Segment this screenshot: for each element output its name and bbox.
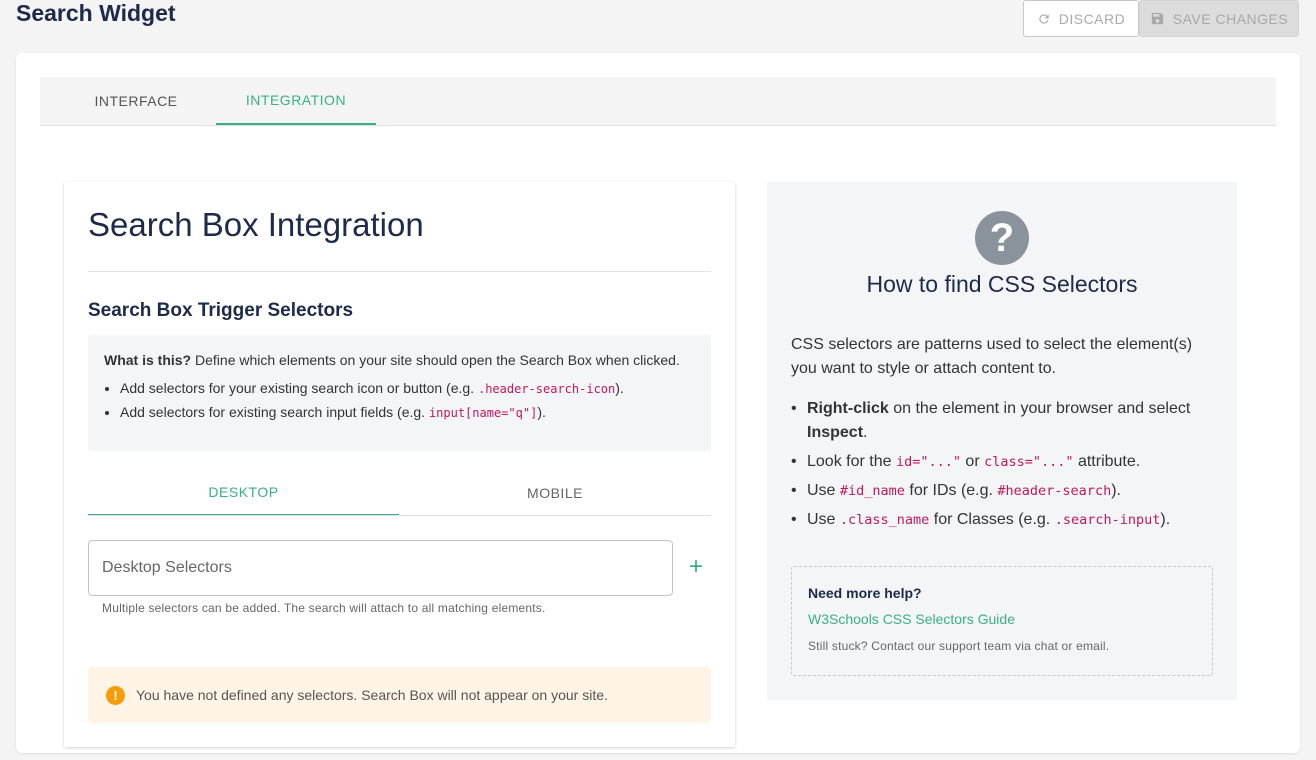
warning-icon: ! (106, 685, 125, 705)
divider (88, 271, 711, 272)
desktop-selectors-input[interactable] (88, 540, 673, 596)
code-snippet: .class_name (839, 512, 930, 528)
code-snippet: input[name="q"] (428, 406, 538, 420)
info-box: What is this? Define which elements on y… (88, 335, 711, 451)
more-help-box: Need more help? W3Schools CSS Selectors … (791, 566, 1213, 676)
save-changes-button[interactable]: SAVE CHANGES (1139, 0, 1299, 37)
page-title: Search Widget (16, 0, 176, 26)
tab-bar: INTERFACE INTEGRATION (40, 77, 1276, 126)
info-what-label: What is this? (104, 352, 192, 368)
tab-mobile[interactable]: MOBILE (399, 470, 711, 516)
help-step: Look for the id="..." or class="..." att… (791, 450, 1211, 474)
integration-panel (64, 182, 735, 747)
help-intro: CSS selectors are patterns used to selec… (791, 336, 1193, 377)
tab-integration[interactable]: INTEGRATION (216, 77, 376, 125)
code-snippet: #id_name (839, 483, 905, 499)
selector-hint: Multiple selectors can be added. The sea… (102, 601, 546, 615)
device-tabs-divider (88, 515, 711, 516)
tab-desktop[interactable]: DESKTOP (88, 470, 399, 516)
code-snippet: .header-search-icon (477, 382, 616, 396)
refresh-icon (1037, 12, 1051, 26)
sub-heading: Search Box Trigger Selectors (88, 300, 354, 321)
discard-button[interactable]: DISCARD (1023, 0, 1139, 37)
save-label: SAVE CHANGES (1172, 10, 1289, 27)
info-what-text: Define which elements on your site shoul… (191, 352, 680, 368)
section-heading: Search Box Integration (88, 206, 424, 243)
info-description: What is this? Define which elements on y… (104, 352, 695, 368)
help-icon: ? (975, 211, 1029, 265)
help-step: Right-click on the element in your brows… (791, 397, 1211, 445)
help-step: Use .class_name for Classes (e.g. .searc… (791, 508, 1211, 532)
tab-interface[interactable]: INTERFACE (64, 77, 208, 125)
support-text: Still stuck? Contact our support team vi… (808, 639, 1110, 653)
info-list-item: Add selectors for your existing search i… (120, 380, 695, 396)
info-list-item: Add selectors for existing search input … (120, 404, 695, 420)
plus-icon: + (688, 553, 703, 580)
code-snippet: #header-search (997, 483, 1112, 499)
code-snippet: class="..." (984, 454, 1074, 470)
warning-text: You have not defined any selectors. Sear… (136, 687, 608, 703)
w3schools-guide-link[interactable]: W3Schools CSS Selectors Guide (808, 611, 1196, 627)
save-icon (1150, 11, 1165, 26)
warning-alert: ! You have not defined any selectors. Se… (88, 667, 711, 723)
code-snippet: .search-input (1054, 512, 1161, 528)
add-selector-button[interactable]: + (684, 553, 708, 580)
code-snippet: id="..." (895, 454, 961, 470)
info-list: Add selectors for your existing search i… (120, 380, 695, 420)
help-steps: Right-click on the element in your brows… (791, 397, 1211, 537)
discard-label: DISCARD (1058, 10, 1126, 27)
more-help-heading: Need more help? (808, 585, 922, 601)
help-step: Use #id_name for IDs (e.g. #header-searc… (791, 479, 1211, 503)
help-title: How to find CSS Selectors (866, 271, 1138, 297)
